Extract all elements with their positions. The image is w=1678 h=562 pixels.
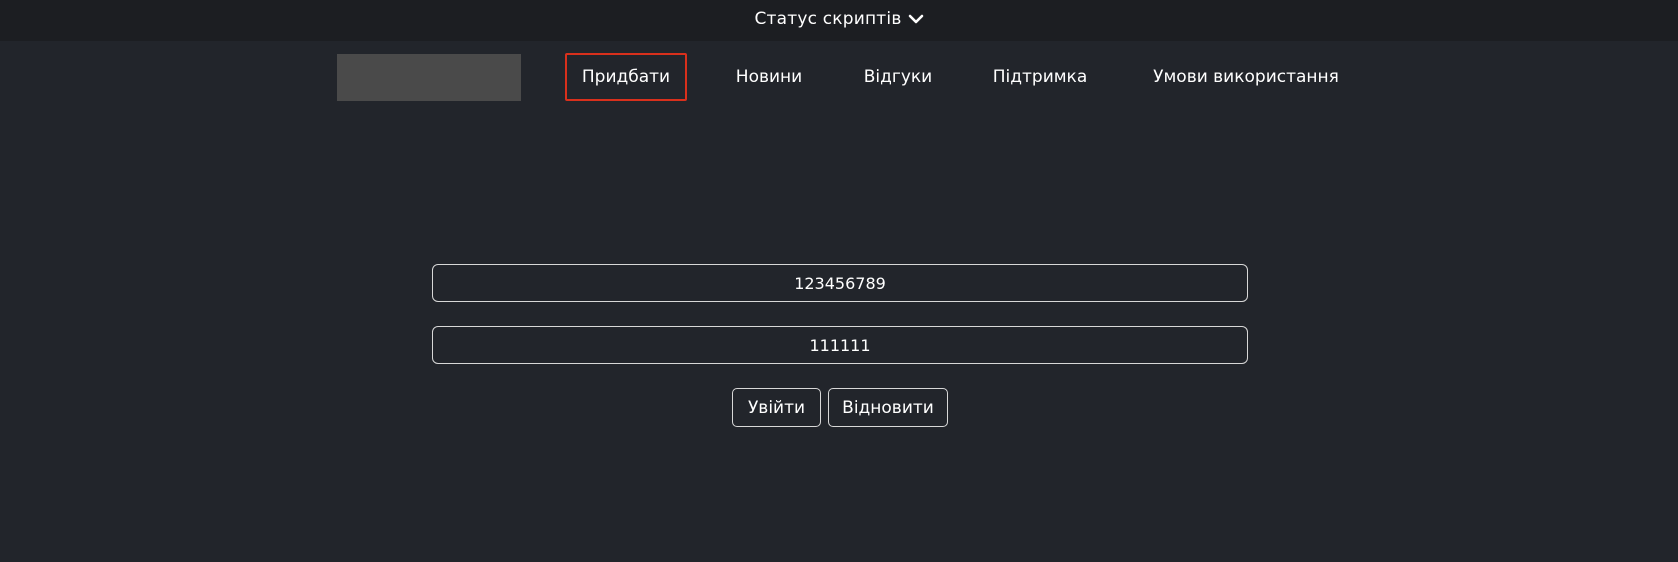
login-input[interactable] — [432, 264, 1248, 302]
nav-item-news[interactable]: Новини — [726, 53, 812, 101]
nav-item-reviews[interactable]: Відгуки — [857, 53, 939, 101]
password-input[interactable] — [432, 326, 1248, 364]
nav-item-news-label: Новини — [735, 67, 803, 87]
script-status-label: Статус скриптів — [754, 8, 902, 29]
main-nav: Придбати Новини Відгуки Підтримка Умови … — [0, 53, 1678, 101]
nav-item-reviews-label: Відгуки — [863, 67, 933, 87]
script-status-bar: Статус скриптів — [0, 0, 1678, 41]
nav-item-support[interactable]: Підтримка — [985, 53, 1095, 101]
login-button[interactable]: Увійти — [732, 388, 821, 427]
nav-item-terms-label: Умови використання — [1153, 67, 1339, 87]
restore-button[interactable]: Відновити — [828, 388, 948, 427]
nav-item-buy[interactable]: Придбати — [565, 53, 687, 101]
script-status-toggle[interactable]: Статус скриптів — [754, 9, 923, 29]
nav-item-buy-label: Придбати — [581, 67, 671, 87]
chevron-down-icon — [908, 14, 923, 24]
nav-item-terms[interactable]: Умови використання — [1146, 53, 1346, 101]
nav-item-support-label: Підтримка — [992, 67, 1088, 87]
